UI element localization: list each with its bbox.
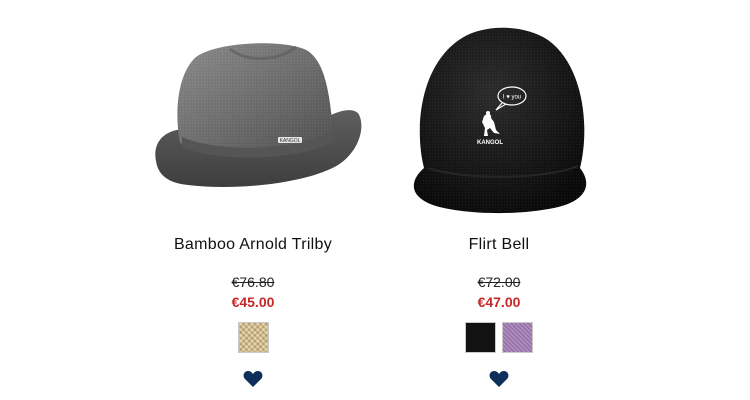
color-swatches	[128, 322, 378, 353]
sale-price: €45.00	[231, 294, 275, 310]
product-name[interactable]: Bamboo Arnold Trilby	[128, 236, 378, 254]
wishlist-button[interactable]	[128, 370, 378, 388]
wishlist-button[interactable]	[374, 370, 624, 388]
bucket-hat-icon: I ♥ you KANGOL	[413, 27, 587, 213]
color-swatch-black[interactable]	[465, 322, 496, 353]
product-card: I ♥ you KANGOL Flirt Bell €72.00 €47.00	[374, 0, 624, 400]
speech-bubble-text: I ♥ you	[503, 94, 521, 100]
product-image-link[interactable]: I ♥ you KANGOL	[374, 10, 624, 225]
product-image-link[interactable]: KANGOL	[128, 10, 378, 225]
original-price: €76.80	[231, 274, 275, 290]
color-swatch-purple[interactable]	[502, 322, 533, 353]
color-swatch-bamboo[interactable]	[237, 322, 269, 353]
trilby-hat-icon: KANGOL	[155, 42, 362, 187]
brand-label: KANGOL	[477, 140, 503, 146]
heart-icon[interactable]	[489, 370, 509, 388]
product-card: KANGOL Bamboo Arnold Trilby €76.80 €45.0…	[128, 0, 378, 400]
sale-price: €47.00	[477, 294, 521, 310]
brand-label: KANGOL	[280, 138, 301, 144]
original-price: €72.00	[477, 274, 521, 290]
product-name[interactable]: Flirt Bell	[374, 236, 624, 254]
color-swatches	[374, 322, 624, 353]
product-grid: KANGOL Bamboo Arnold Trilby €76.80 €45.0…	[0, 0, 750, 400]
heart-icon[interactable]	[243, 370, 263, 388]
